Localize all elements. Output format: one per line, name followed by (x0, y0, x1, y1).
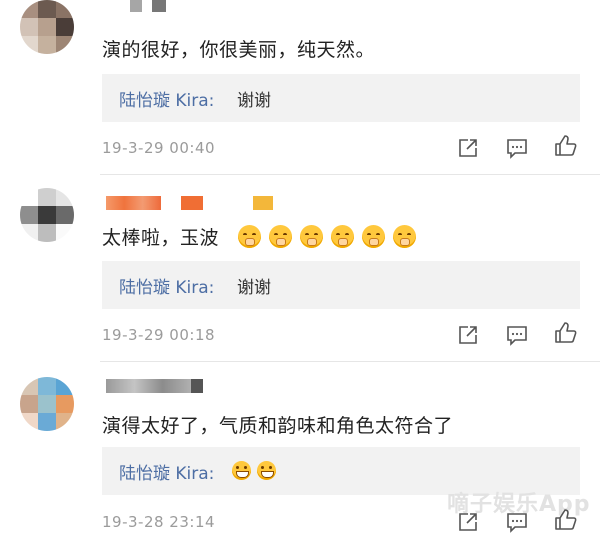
timestamp: 19-3-28 23:14 (102, 513, 216, 531)
comment-text: 演得太好了，气质和韵味和角色太符合了 (102, 415, 454, 437)
shushing-face-icon (269, 225, 293, 248)
comment-icon[interactable] (505, 136, 529, 160)
reply-text: 谢谢 (237, 91, 271, 111)
share-icon[interactable] (456, 323, 480, 347)
comment-text: 演的很好，你很美丽，纯天然。 (102, 39, 376, 61)
reply-box[interactable]: 陆怡璇 Kira: 谢谢 (102, 261, 580, 309)
reply-author[interactable]: 陆怡璇 Kira: (119, 273, 214, 298)
avatar[interactable] (20, 0, 74, 54)
reply-author[interactable]: 陆怡璇 Kira: (119, 459, 214, 484)
like-icon[interactable] (554, 321, 578, 345)
comment-icon[interactable] (505, 510, 529, 534)
timestamp: 19-3-29 00:40 (102, 139, 216, 157)
grinning-face-icon (257, 461, 276, 480)
timestamp: 19-3-29 00:18 (102, 326, 216, 344)
reply-emojis (232, 461, 282, 482)
divider (100, 174, 600, 175)
like-icon[interactable] (554, 508, 578, 532)
avatar[interactable] (20, 377, 74, 431)
like-icon[interactable] (554, 134, 578, 158)
comment-icon[interactable] (505, 323, 529, 347)
avatar[interactable] (20, 188, 74, 242)
comment-text-body: 太棒啦，玉波 (102, 227, 220, 249)
shushing-face-icon (362, 225, 386, 248)
divider (100, 361, 600, 362)
shushing-face-icon (393, 225, 417, 248)
share-icon[interactable] (456, 510, 480, 534)
reply-text: 谢谢 (237, 278, 271, 298)
reply-box[interactable]: 陆怡璇 Kira: 谢谢 (102, 74, 580, 122)
reply-author[interactable]: 陆怡璇 Kira: (119, 86, 214, 111)
comment-text: 太棒啦，玉波 (102, 223, 424, 250)
shushing-face-icon (238, 225, 262, 248)
shushing-face-icon (331, 225, 355, 248)
grinning-face-icon (232, 461, 251, 480)
share-icon[interactable] (456, 136, 480, 160)
shushing-face-icon (300, 225, 324, 248)
